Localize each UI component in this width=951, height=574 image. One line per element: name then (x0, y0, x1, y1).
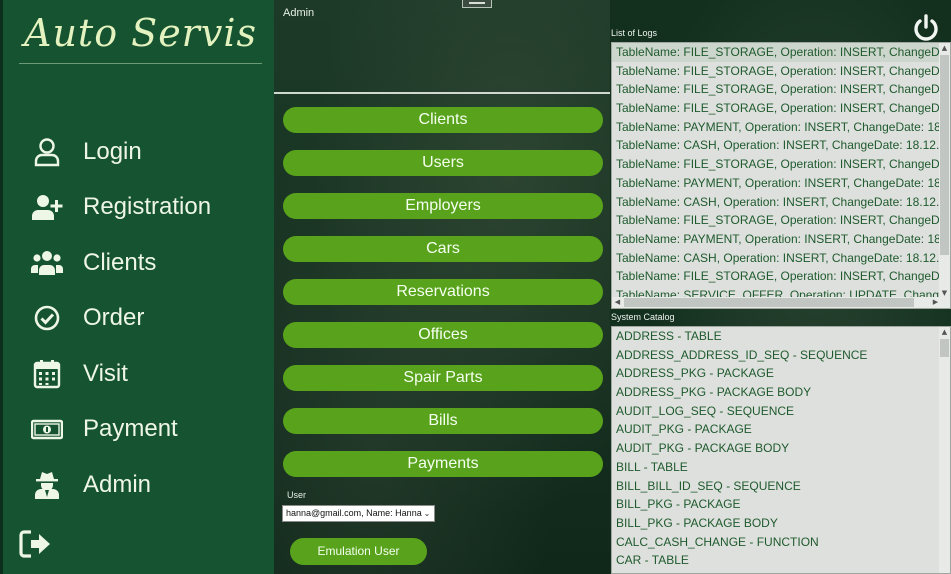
list-item[interactable]: TableName: CASH, Operation: INSERT, Chan… (612, 193, 950, 212)
list-item[interactable]: ADDRESS_PKG - PACKAGE (612, 364, 950, 383)
list-item[interactable]: AUDIT_LOG_SEQ - SEQUENCE (612, 402, 950, 421)
list-item[interactable]: AUDIT_PKG - PACKAGE BODY (612, 439, 950, 458)
list-item[interactable]: TableName: CASH, Operation: INSERT, Chan… (612, 136, 950, 155)
scroll-right-icon[interactable]: ▶ (930, 297, 941, 308)
chevron-down-icon: ⌄ (422, 506, 432, 521)
logs-title: List of Logs (611, 28, 658, 38)
list-item[interactable]: CAR - TABLE (612, 551, 950, 570)
catalog-list[interactable]: ADDRESS - TABLE ADDRESS_ADDRESS_ID_SEQ - … (611, 326, 951, 574)
check-circle-icon (30, 303, 64, 333)
scroll-thumb[interactable] (624, 298, 914, 307)
offices-button[interactable]: Offices (283, 322, 603, 348)
catalog-title: System Catalog (611, 312, 675, 322)
list-item[interactable]: TableName: PAYMENT, Operation: INSERT, C… (612, 118, 950, 137)
users-icon (30, 248, 64, 278)
list-item[interactable]: TableName: FILE_STORAGE, Operation: INSE… (612, 62, 950, 81)
drag-handle[interactable] (462, 0, 492, 8)
sidebar-item-label: Admin (83, 471, 152, 498)
clients-button[interactable]: Clients (283, 107, 603, 133)
list-item[interactable]: TableName: FILE_STORAGE, Operation: INSE… (612, 267, 950, 286)
list-item[interactable]: TableName: PAYMENT, Operation: INSERT, C… (612, 174, 950, 193)
sidebar-item-label: Order (83, 304, 145, 331)
list-item[interactable]: BILL_PKG - PACKAGE BODY (612, 514, 950, 533)
list-item[interactable]: ADDRESS_PKG - PACKAGE BODY (612, 383, 950, 402)
user-plus-icon (30, 192, 64, 222)
list-item[interactable]: BILL_BILL_ID_SEQ - SEQUENCE (612, 477, 950, 496)
sidebar-item-registration[interactable]: Registration (3, 185, 277, 229)
sidebar: Auto Servis Login Registration Clients O… (0, 0, 274, 574)
list-item[interactable]: TableName: FILE_STORAGE, Operation: INSE… (612, 80, 950, 99)
user-label: User (287, 490, 307, 500)
list-item[interactable]: ADDRESS_ADDRESS_ID_SEQ - SEQUENCE (612, 346, 950, 365)
scroll-thumb[interactable] (940, 55, 949, 255)
list-item[interactable]: CALC_CASH_CHANGE - FUNCTION (612, 533, 950, 552)
calendar-icon (30, 359, 64, 389)
payments-button[interactable]: Payments (283, 451, 603, 477)
sign-out-icon[interactable] (19, 528, 53, 560)
catalog-scrollbar[interactable]: ▲ (939, 327, 950, 573)
list-item[interactable]: TableName: FILE_STORAGE, Operation: INSE… (612, 211, 950, 230)
sidebar-item-label: Clients (83, 249, 157, 276)
sidebar-item-label: Payment (83, 415, 178, 442)
list-item[interactable]: BILL - TABLE (612, 458, 950, 477)
bills-button[interactable]: Bills (283, 408, 603, 434)
power-icon[interactable] (912, 14, 940, 42)
employers-button[interactable]: Employers (283, 193, 603, 219)
emulation-user-button[interactable]: Emulation User (290, 538, 427, 565)
sidebar-item-login[interactable]: Login (3, 130, 277, 174)
scroll-up-icon[interactable]: ▲ (939, 327, 950, 338)
divider (274, 92, 610, 94)
reservations-button[interactable]: Reservations (283, 279, 603, 305)
right-panel: List of Logs TableName: FILE_STORAGE, Op… (610, 0, 951, 574)
logs-list[interactable]: TableName: FILE_STORAGE, Operation: INSE… (611, 42, 951, 309)
app-logo: Auto Servis (19, 6, 262, 64)
list-item[interactable]: TableName: FILE_STORAGE, Operation: INSE… (612, 155, 950, 174)
logs-horizontal-scrollbar[interactable]: ◀ ▶ (612, 297, 950, 308)
user-select[interactable]: hanna@gmail.com, Name: Hanna ⌄ (282, 505, 435, 522)
scroll-up-icon[interactable]: ▲ (939, 43, 950, 54)
users-button[interactable]: Users (283, 150, 603, 176)
sidebar-item-label: Registration (83, 193, 212, 220)
user-secret-icon (30, 470, 64, 500)
spair-parts-button[interactable]: Spair Parts (283, 365, 603, 391)
cars-button[interactable]: Cars (283, 236, 603, 262)
sidebar-item-clients[interactable]: Clients (3, 241, 277, 285)
list-item[interactable]: AUDIT_PKG - PACKAGE (612, 420, 950, 439)
list-item[interactable]: TableName: FILE_STORAGE, Operation: INSE… (612, 43, 950, 62)
sidebar-item-visit[interactable]: Visit (3, 352, 277, 396)
sidebar-item-payment[interactable]: Payment (3, 407, 277, 451)
main-panel: Admin Clients Users Employers Cars Reser… (274, 0, 610, 574)
user-icon (30, 137, 64, 167)
list-item[interactable]: TableName: CASH, Operation: INSERT, Chan… (612, 249, 950, 268)
sidebar-item-label: Visit (83, 360, 128, 387)
list-item[interactable]: TableName: FILE_STORAGE, Operation: INSE… (612, 99, 950, 118)
logs-scrollbar[interactable]: ▲ ▼ (939, 43, 950, 299)
scroll-left-icon[interactable]: ◀ (612, 297, 623, 308)
list-item[interactable]: BILL_PKG - PACKAGE (612, 495, 950, 514)
money-icon (30, 414, 64, 444)
sidebar-item-order[interactable]: Order (3, 296, 277, 340)
list-item[interactable]: ADDRESS - TABLE (612, 327, 950, 346)
list-item[interactable]: TableName: PAYMENT, Operation: INSERT, C… (612, 230, 950, 249)
user-select-value: hanna@gmail.com, Name: Hanna (286, 508, 422, 518)
scroll-thumb[interactable] (940, 339, 949, 357)
page-title: Admin (283, 7, 315, 19)
sidebar-item-admin[interactable]: Admin (3, 463, 277, 507)
sidebar-item-label: Login (83, 138, 142, 165)
